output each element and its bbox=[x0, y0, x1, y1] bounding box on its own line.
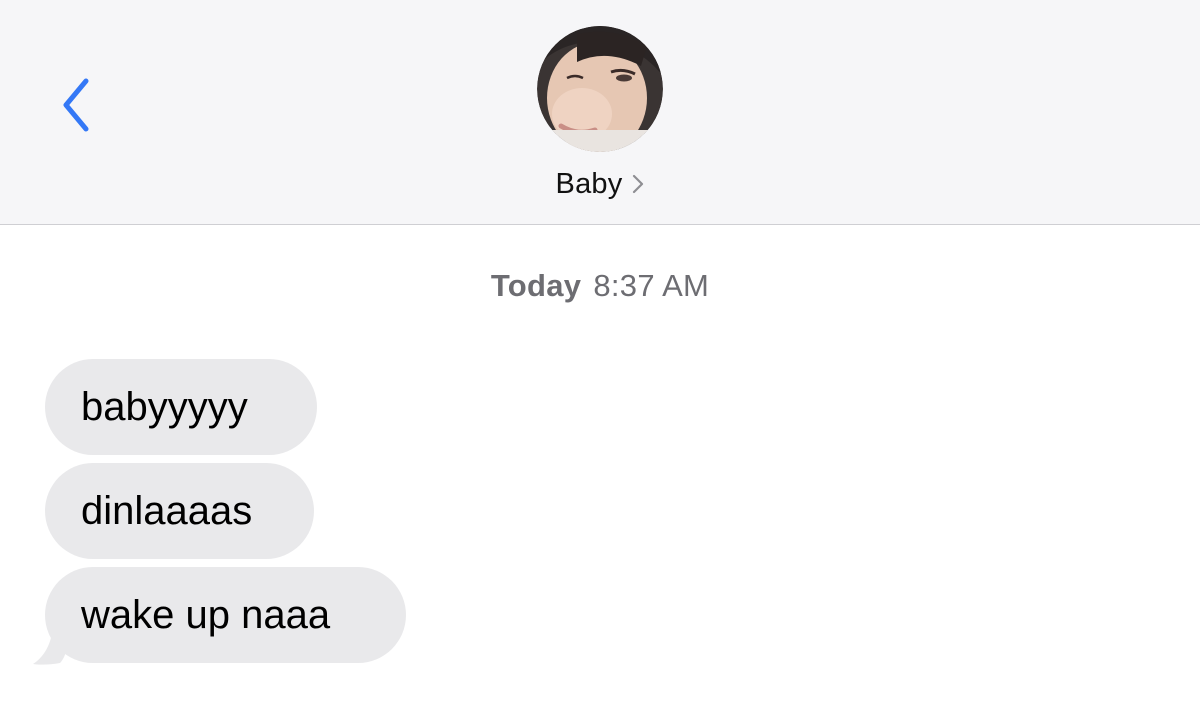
avatar[interactable] bbox=[537, 26, 663, 152]
message-bubble[interactable]: dinlaaaas bbox=[45, 463, 314, 559]
timestamp-day: Today bbox=[490, 268, 582, 303]
contact-name: Baby bbox=[555, 167, 623, 200]
message-timestamp: Today 8:37 AM bbox=[0, 268, 1200, 304]
back-button[interactable] bbox=[48, 70, 104, 140]
timestamp-time: 8:37 AM bbox=[593, 268, 710, 303]
conversation-header: Baby bbox=[0, 0, 1200, 225]
chevron-right-icon bbox=[632, 174, 644, 194]
chevron-left-icon bbox=[63, 78, 89, 132]
avatar-photo bbox=[537, 26, 663, 152]
message-bubble[interactable]: babyyyyy bbox=[45, 359, 317, 455]
contact-info-button[interactable]: Baby bbox=[0, 164, 1200, 204]
message-bubble[interactable]: wake up naaa bbox=[45, 567, 406, 663]
